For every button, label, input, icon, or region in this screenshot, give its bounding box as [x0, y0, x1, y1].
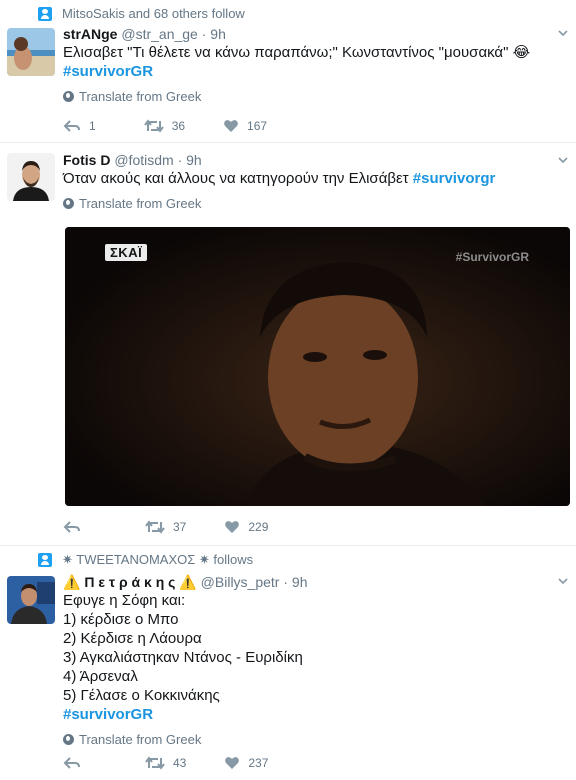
- globe-icon: [63, 198, 74, 209]
- social-context-text: ✷ TWEETANOMAXOΣ ✷ follows: [62, 552, 254, 567]
- globe-icon: [63, 91, 74, 102]
- follow-person-icon: [38, 6, 52, 21]
- channel-logo: ΣΚΑΪ: [105, 244, 148, 261]
- tweet-card[interactable]: Fotis D @fotisdm · 9h Όταν ακούς και άλλ…: [0, 143, 576, 546]
- author-name[interactable]: Fotis D: [63, 152, 110, 168]
- author-username[interactable]: @Billys_petr: [201, 574, 280, 590]
- tweet-line: 5) Γέλασε ο Κοκκινάκης: [63, 687, 220, 704]
- tweet-media-gif[interactable]: ΣΚΑΪ #SurvivorGR: [65, 227, 570, 506]
- heart-icon: [225, 757, 240, 769]
- tweet-line: Εφυγε η Σόφη και:: [63, 592, 186, 609]
- retweet-count: 37: [173, 520, 187, 534]
- author-username[interactable]: @str_an_ge: [121, 26, 197, 42]
- author-username[interactable]: @fotisdm: [114, 152, 173, 168]
- like-count: 229: [248, 520, 269, 534]
- retweet-icon: [143, 119, 164, 133]
- translate-link[interactable]: Translate from Greek: [63, 732, 566, 747]
- reply-button[interactable]: [63, 520, 89, 534]
- tweet-header: strANge @str_an_ge · 9h: [63, 25, 566, 43]
- reply-button[interactable]: [63, 756, 89, 770]
- tweet-card[interactable]: MitsoSakis and 68 others follow strANge …: [0, 0, 576, 143]
- social-context: MitsoSakis and 68 others follow: [38, 6, 245, 21]
- hashtag-link[interactable]: #survivorGR: [63, 706, 566, 724]
- tweet-line: 2) Κέρδισε η Λάουρα: [63, 630, 202, 647]
- reply-button[interactable]: 1: [63, 119, 96, 133]
- like-count: 237: [248, 756, 269, 770]
- tweet-line: 3) Αγκαλιάστηκαν Ντάνος - Ευριδίκη: [63, 649, 303, 666]
- translate-link[interactable]: Translate from Greek: [63, 89, 566, 104]
- tweet-header: ⚠️ Π ε τ ρ ά κ η ς ⚠️ @Billys_petr · 9h: [63, 573, 566, 591]
- tweet-timestamp[interactable]: · 9h: [178, 152, 202, 168]
- heart-icon: [225, 521, 240, 533]
- tweet-card[interactable]: ✷ TWEETANOMAXOΣ ✷ follows ⚠️ Π ε τ ρ ά κ…: [0, 546, 576, 779]
- tweet-timestamp[interactable]: · 9h: [283, 574, 307, 590]
- tweet-text: Όταν ακούς και άλλους να κατηγορούν την …: [63, 170, 409, 187]
- social-context: ✷ TWEETANOMAXOΣ ✷ follows: [38, 552, 253, 568]
- tweet-timestamp[interactable]: · 9h: [202, 26, 226, 42]
- tweet-text-row: Όταν ακούς και άλλους να κατηγορούν την …: [63, 170, 566, 188]
- translate-label[interactable]: Translate from Greek: [79, 89, 201, 104]
- author-name[interactable]: strANge: [63, 26, 117, 42]
- translate-label[interactable]: Translate from Greek: [79, 196, 201, 211]
- like-button[interactable]: 229: [224, 520, 268, 534]
- media-image: [65, 227, 570, 506]
- retweet-button[interactable]: 36: [143, 119, 186, 133]
- globe-icon: [63, 734, 74, 745]
- reply-icon: [63, 120, 80, 132]
- follow-person-icon: [38, 553, 52, 567]
- tweet-text: Ελισαβετ "Τι θέλετε να κάνω παραπάνω;" Κ…: [63, 44, 531, 61]
- reply-icon: [63, 757, 80, 769]
- like-button[interactable]: 167: [223, 119, 267, 133]
- translate-link[interactable]: Translate from Greek: [63, 196, 566, 211]
- like-button[interactable]: 237: [224, 756, 268, 770]
- social-context-text: MitsoSakis and 68 others follow: [62, 6, 245, 21]
- tweet-header: Fotis D @fotisdm · 9h: [63, 151, 566, 169]
- retweet-icon: [145, 756, 165, 770]
- like-count: 167: [247, 119, 268, 133]
- retweet-count: 43: [173, 756, 187, 770]
- retweet-button[interactable]: 43: [145, 756, 186, 770]
- media-watermark: #SurvivorGR: [455, 250, 529, 264]
- tweet-line: 4) Άρσεναλ: [63, 668, 138, 685]
- retweet-icon: [145, 520, 165, 534]
- heart-icon: [224, 120, 238, 132]
- avatar[interactable]: [7, 576, 55, 624]
- reply-count: 1: [89, 119, 96, 133]
- translate-label[interactable]: Translate from Greek: [79, 732, 201, 747]
- hashtag-link[interactable]: #survivorgr: [413, 170, 496, 187]
- reply-icon: [63, 521, 80, 533]
- tweet-line: 1) κέρδισε ο Μπο: [63, 611, 179, 628]
- avatar[interactable]: [7, 153, 55, 201]
- author-name[interactable]: ⚠️ Π ε τ ρ ά κ η ς ⚠️: [63, 574, 197, 590]
- retweet-count: 36: [171, 119, 186, 133]
- hashtag-link[interactable]: #survivorGR: [63, 63, 566, 81]
- avatar[interactable]: [7, 28, 55, 76]
- retweet-button[interactable]: 37: [145, 520, 186, 534]
